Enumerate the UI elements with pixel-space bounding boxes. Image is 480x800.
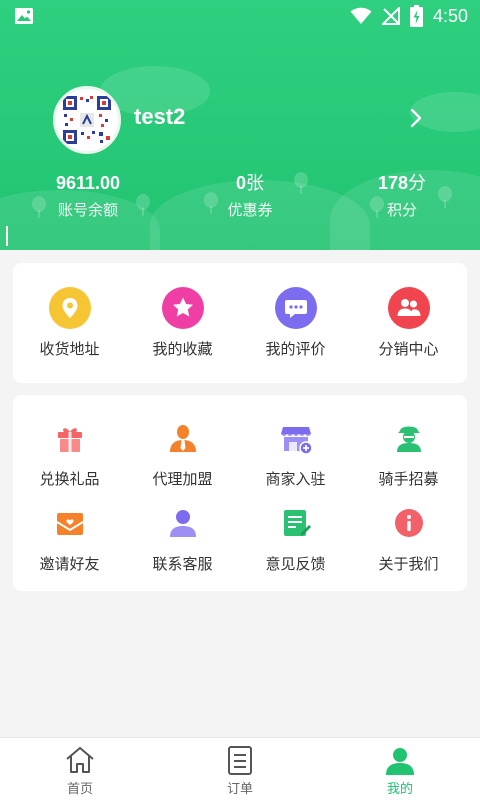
nav-orders[interactable]: 订单 [200, 744, 280, 797]
stat-points-label: 积分 [386, 201, 417, 219]
menu-item-reviews[interactable]: 我的评价 [239, 287, 352, 359]
stat-coupons-value: 0 [235, 173, 246, 193]
users-icon [387, 287, 430, 329]
stat-coupons[interactable]: 0张 优惠券 [180, 170, 320, 220]
invite-mail-icon [55, 513, 84, 535]
home-icon [66, 747, 94, 773]
menu-item-label: 收货地址 [39, 340, 100, 358]
info-icon [394, 509, 423, 537]
menu-item-label: 骑手招募 [378, 470, 439, 488]
comment-icon [274, 287, 317, 329]
scroll-indicator [6, 226, 8, 246]
stat-points[interactable]: 178分 积分 [332, 170, 472, 220]
menu-item-label: 商家入驻 [265, 470, 326, 488]
menu-item-label: 意见反馈 [265, 555, 326, 573]
image-notification-icon [15, 8, 33, 24]
service-icon [169, 510, 196, 537]
menu-item-address[interactable]: 收货地址 [13, 287, 126, 359]
menu-item-label: 我的评价 [265, 340, 326, 358]
secondary-menu-card: 兑换礼品 代理加盟 商家入驻 骑手招募 邀请好友 联系客服 意见反馈 关于我们 [13, 395, 467, 591]
menu-item-favorites[interactable]: 我的收藏 [126, 287, 239, 359]
menu-item-label: 我的收藏 [152, 340, 213, 358]
nav-home-label: 首页 [66, 782, 93, 797]
star-icon [161, 287, 204, 329]
menu-item-feedback[interactable]: 意见反馈 [239, 502, 352, 574]
user-icon [386, 748, 414, 775]
stat-balance[interactable]: 9611.00 账号余额 [18, 170, 158, 220]
feedback-icon [283, 510, 311, 536]
battery-charging-icon [409, 5, 423, 27]
profile-header: 4:50 test2 9611.00 账号余额 0张 优惠券 178分 积分 [0, 0, 480, 250]
no-signal-icon [381, 7, 400, 25]
avatar[interactable] [53, 86, 121, 154]
menu-item-label: 联系客服 [152, 555, 213, 573]
stat-balance-label: 账号余额 [57, 201, 118, 219]
menu-item-label: 邀请好友 [39, 555, 100, 573]
stat-coupons-unit: 张 [246, 173, 264, 193]
username[interactable]: test2 [134, 104, 185, 130]
menu-item-agent-join[interactable]: 代理加盟 [126, 417, 239, 489]
menu-item-merchant-join[interactable]: 商家入驻 [239, 417, 352, 489]
gift-icon [57, 428, 82, 452]
menu-item-gift-exchange[interactable]: 兑换礼品 [13, 417, 126, 489]
status-time: 4:50 [432, 5, 468, 26]
stat-coupons-label: 优惠券 [227, 201, 273, 219]
menu-item-customer-service[interactable]: 联系客服 [126, 502, 239, 574]
agent-icon [169, 425, 196, 452]
wifi-icon [350, 7, 372, 24]
menu-item-label: 兑换礼品 [39, 470, 100, 488]
rider-icon [396, 426, 421, 452]
menu-item-label: 关于我们 [378, 555, 439, 573]
chevron-right-icon[interactable] [406, 106, 426, 130]
menu-item-label: 代理加盟 [152, 470, 213, 488]
nav-mine[interactable]: 我的 [360, 744, 440, 797]
shop-icon [280, 427, 313, 455]
nav-orders-label: 订单 [226, 782, 253, 797]
bottom-nav: 首页 订单 我的 [0, 737, 480, 800]
menu-item-label: 分销中心 [378, 340, 439, 358]
order-icon [228, 746, 252, 775]
stat-points-value: 178 [377, 173, 409, 193]
primary-menu-card: 收货地址 我的收藏 我的评价 分销中心 [13, 263, 467, 383]
nav-mine-label: 我的 [386, 782, 413, 797]
stat-points-unit: 分 [408, 173, 427, 193]
stat-balance-value: 9611.00 [55, 173, 121, 193]
menu-item-invite-friends[interactable]: 邀请好友 [13, 502, 126, 574]
nav-home[interactable]: 首页 [40, 744, 120, 797]
menu-item-distribution[interactable]: 分销中心 [352, 287, 465, 359]
menu-item-about-us[interactable]: 关于我们 [352, 502, 465, 574]
status-bar: 4:50 [0, 0, 480, 32]
location-icon [48, 287, 91, 329]
menu-item-rider-recruit[interactable]: 骑手招募 [352, 417, 465, 489]
qr-code-avatar-icon [61, 94, 113, 146]
